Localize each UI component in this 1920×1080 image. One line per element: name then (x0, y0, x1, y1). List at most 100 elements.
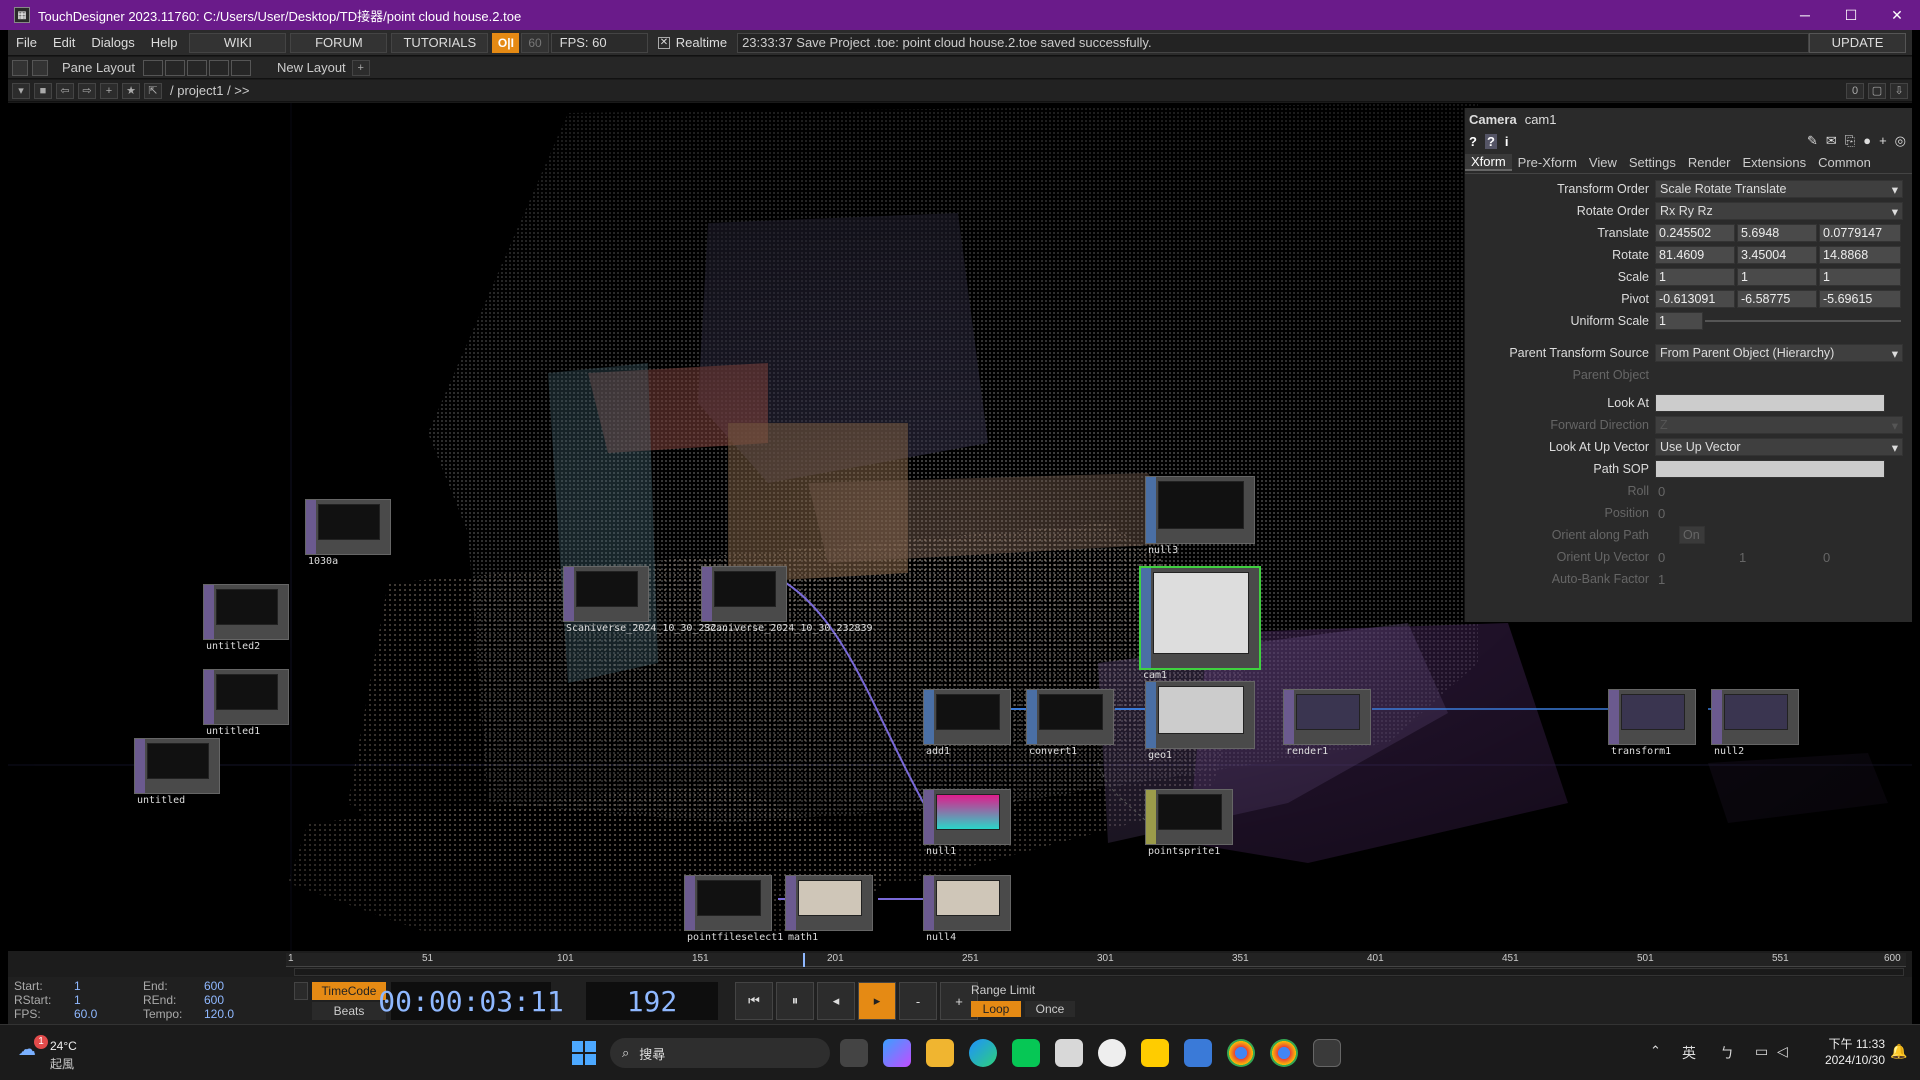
star-icon[interactable]: ★ (122, 82, 140, 99)
wiki-button[interactable]: WIKI (189, 32, 287, 53)
node-add1[interactable]: add1 (923, 689, 1011, 757)
python-icon[interactable]: ● (1863, 133, 1871, 149)
node-transform1[interactable]: transform1 (1608, 689, 1696, 757)
tempo-value[interactable]: 120.0 (204, 1007, 234, 1021)
network-icon[interactable]: ▭ (1755, 1043, 1768, 1060)
menu-help[interactable]: Help (143, 35, 186, 50)
beats-button[interactable]: Beats (312, 1002, 386, 1020)
close-button[interactable]: ✕ (1874, 7, 1920, 24)
node-math1[interactable]: math1 (785, 875, 873, 943)
play-icon[interactable]: ▸ (858, 982, 896, 1020)
pathbar-down-icon[interactable]: ⇩ (1890, 82, 1908, 99)
roll-field[interactable]: 0 (1655, 484, 1703, 499)
rotate-y-field[interactable]: 3.45004 (1737, 246, 1817, 264)
maximize-button[interactable]: ☐ (1828, 7, 1874, 24)
node-1030a[interactable]: 1030a (305, 499, 391, 567)
menu-dialogs[interactable]: Dialogs (83, 35, 142, 50)
anchor-icon[interactable] (32, 59, 48, 76)
chat-app-icon[interactable] (1141, 1039, 1169, 1067)
help-icon[interactable]: ? (1469, 134, 1477, 149)
translate-z-field[interactable]: 0.0779147 (1819, 224, 1901, 242)
node-untitled1[interactable]: untitled1 (203, 669, 289, 737)
tab-pre-xform[interactable]: Pre-Xform (1512, 155, 1583, 170)
op-name[interactable]: cam1 (1525, 112, 1557, 127)
target-icon[interactable]: ◎ (1895, 133, 1906, 149)
notepad-icon[interactable] (1184, 1039, 1212, 1067)
tab-settings[interactable]: Settings (1623, 155, 1682, 170)
pane-triple-button[interactable] (209, 59, 230, 76)
forward-direction-menu[interactable]: Z ▾ (1655, 416, 1903, 434)
menu-file[interactable]: File (8, 35, 45, 50)
search-box[interactable]: ⌕ 搜尋 (610, 1038, 830, 1068)
menu-edit[interactable]: Edit (45, 35, 83, 50)
layout-icon[interactable] (12, 59, 28, 76)
rstart-value[interactable]: 1 (74, 993, 81, 1007)
pane-single-button[interactable] (143, 59, 164, 76)
pathbar-window-icon[interactable]: ▢ (1868, 82, 1886, 99)
clock-date[interactable]: 2024/10/30 (1815, 1053, 1885, 1067)
volume-icon[interactable]: ◁ (1777, 1043, 1788, 1060)
pane-quad-button[interactable] (231, 59, 252, 76)
timeline-ruler[interactable]: 1 51 101 151 201 251 301 351 401 451 501… (286, 953, 1906, 967)
pane-split-v-button[interactable] (165, 59, 186, 76)
uniform-scale-field[interactable]: 1 (1655, 312, 1703, 330)
uniform-scale-slider[interactable] (1705, 320, 1901, 322)
once-button[interactable]: Once (1025, 1001, 1075, 1017)
node-pointfileselect1[interactable]: pointfileselect1 (684, 875, 783, 943)
task-view-icon[interactable] (840, 1039, 868, 1067)
auto-bank-factor-field[interactable]: 1 (1655, 572, 1703, 587)
translate-x-field[interactable]: 0.245502 (1655, 224, 1735, 242)
node-untitled[interactable]: untitled (134, 738, 220, 806)
frame-display[interactable]: 192 (586, 982, 718, 1020)
transform-order-menu[interactable]: Scale Rotate Translate ▾ (1655, 180, 1903, 198)
forum-button[interactable]: FORUM (290, 32, 388, 53)
node-null2[interactable]: null2 (1711, 689, 1799, 757)
pivot-x-field[interactable]: -0.613091 (1655, 290, 1735, 308)
node-convert1[interactable]: convert1 (1026, 689, 1114, 757)
store-icon[interactable] (1055, 1039, 1083, 1067)
touchdesigner-icon[interactable] (1313, 1039, 1341, 1067)
python-help-icon[interactable]: ? (1484, 133, 1497, 149)
comment-icon[interactable]: ✉ (1826, 133, 1837, 149)
orient-along-path-toggle[interactable]: On (1679, 526, 1705, 544)
scale-z-field[interactable]: 1 (1819, 268, 1901, 286)
add-layout-button[interactable]: + (351, 59, 370, 76)
edit-icon[interactable]: ✎ (1807, 133, 1818, 149)
tab-render[interactable]: Render (1682, 155, 1737, 170)
copilot-icon[interactable] (883, 1039, 911, 1067)
rotate-order-menu[interactable]: Rx Ry Rz ▾ (1655, 202, 1903, 220)
node-pointsprite1[interactable]: pointsprite1 (1145, 789, 1233, 857)
back-icon[interactable]: ⇦ (56, 82, 74, 99)
pivot-z-field[interactable]: -5.69615 (1819, 290, 1901, 308)
node-null4[interactable]: null4 (923, 875, 1011, 943)
ime-mode-icon[interactable]: ㄅ (1720, 1043, 1734, 1063)
rend-value[interactable]: 600 (204, 993, 224, 1007)
ime-indicator[interactable]: 英 (1682, 1043, 1696, 1063)
parent-transform-source-menu[interactable]: From Parent Object (Hierarchy) ▾ (1655, 344, 1903, 362)
pivot-y-field[interactable]: -6.58775 (1737, 290, 1817, 308)
notification-icon[interactable]: 🔔 (1890, 1043, 1907, 1060)
tab-common[interactable]: Common (1812, 155, 1877, 170)
node-null3[interactable]: null3 (1145, 476, 1255, 556)
scale-x-field[interactable]: 1 (1655, 268, 1735, 286)
minimize-button[interactable]: ─ (1782, 7, 1828, 24)
rotate-z-field[interactable]: 14.8868 (1819, 246, 1901, 264)
tutorials-button[interactable]: TUTORIALS (391, 32, 489, 53)
playhead[interactable] (803, 953, 805, 967)
stop-icon[interactable]: ■ (34, 82, 52, 99)
weather-temp[interactable]: 24°C (50, 1039, 77, 1053)
node-untitled2[interactable]: untitled2 (203, 584, 289, 652)
path-sop-field[interactable] (1655, 460, 1885, 478)
chevron-up-icon[interactable]: ⌃ (1650, 1043, 1661, 1059)
timecode-display[interactable]: 00:00:03:11 (378, 982, 564, 1020)
frame-minus-button[interactable]: - (899, 982, 937, 1020)
chrome-profile-icon[interactable] (1270, 1039, 1298, 1067)
orient-up-x-field[interactable]: 0 (1655, 550, 1739, 565)
look-at-up-vector-menu[interactable]: Use Up Vector ▾ (1655, 438, 1903, 456)
loop-button[interactable]: Loop (971, 1001, 1021, 1017)
translate-y-field[interactable]: 5.6948 (1737, 224, 1817, 242)
node-scaniverse-1[interactable]: Scaniverse_2024_10_30_232... (563, 566, 735, 634)
forward-icon[interactable]: ⇨ (78, 82, 96, 99)
add-icon[interactable]: + (1879, 133, 1887, 149)
look-at-field[interactable] (1655, 394, 1885, 412)
